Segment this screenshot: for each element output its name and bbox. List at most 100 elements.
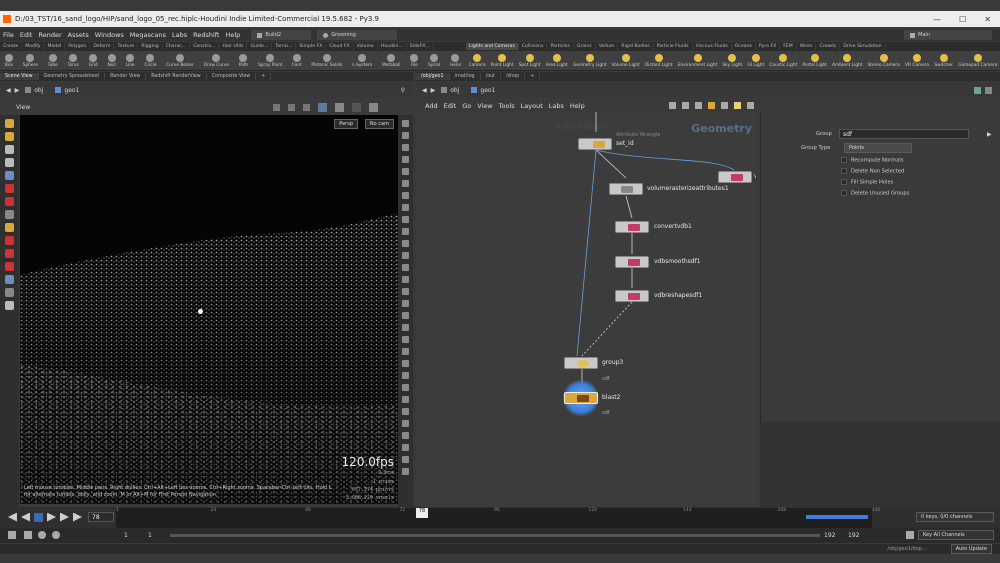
- tab-geometry-spreadsheet[interactable]: Geometry Spreadsheet: [39, 73, 106, 80]
- shelf-tab[interactable]: Rigging: [138, 43, 163, 50]
- jump-end-icon[interactable]: [73, 512, 82, 522]
- shelf-tool[interactable]: Gamepad Camera: [958, 53, 997, 68]
- record-tool-icon[interactable]: [5, 184, 14, 193]
- display-option-icon[interactable]: [402, 192, 409, 199]
- shelf-tab[interactable]: FEM: [780, 43, 797, 50]
- path-geo1[interactable]: geo1: [64, 87, 79, 94]
- step-back-icon[interactable]: [21, 512, 30, 522]
- display-option-icon[interactable]: [402, 168, 409, 175]
- menu-assets[interactable]: Assets: [65, 31, 92, 39]
- paint-tool-icon[interactable]: [5, 249, 14, 258]
- color-palette-icon[interactable]: [708, 102, 715, 109]
- loop-icon[interactable]: [38, 531, 46, 539]
- jump-start-icon[interactable]: [8, 512, 17, 522]
- shelf-tool[interactable]: Helix: [450, 53, 461, 68]
- display-option-icon[interactable]: [402, 456, 409, 463]
- display-option-icon[interactable]: [402, 432, 409, 439]
- minimize-button[interactable]: —: [933, 15, 941, 24]
- add-tab-button[interactable]: +: [525, 73, 541, 80]
- shape-palette-icon[interactable]: [721, 102, 728, 109]
- end-frame-field[interactable]: 192: [824, 532, 835, 539]
- shelf-tool[interactable]: Area Light: [546, 53, 568, 68]
- shelf-tab[interactable]: Terrai...: [272, 43, 297, 50]
- node-group3[interactable]: [564, 357, 598, 369]
- display-option-icon[interactable]: [402, 288, 409, 295]
- add-tab-button[interactable]: +: [256, 73, 272, 80]
- delete-unused-groups-checkbox[interactable]: Delete Unused Groups: [841, 190, 909, 197]
- maximize-button[interactable]: ☐: [959, 15, 966, 24]
- pin-icon[interactable]: [985, 86, 992, 94]
- lasso-tool-icon[interactable]: [5, 158, 14, 167]
- forward-icon[interactable]: ▶: [15, 87, 20, 94]
- shelf-tab[interactable]: Crowds: [816, 43, 841, 50]
- timeline[interactable]: 1 24 48 72 96 120 144 168 192 78 0 keys, 0/0 cha…: [0, 507, 1000, 529]
- viewport-tool-icon[interactable]: [288, 103, 295, 111]
- shelf-tool[interactable]: Metaball: [382, 53, 400, 68]
- move-tool-icon[interactable]: [5, 132, 14, 141]
- shelf-tool[interactable]: Platonic Solids: [311, 53, 342, 68]
- shelf-tool[interactable]: Torus: [68, 53, 79, 68]
- shelf-tool[interactable]: Sky Light: [723, 53, 742, 68]
- shelf-tab[interactable]: Particles: [547, 43, 574, 50]
- select-tool-icon[interactable]: [5, 119, 14, 128]
- node-convertvdb1[interactable]: [615, 221, 649, 233]
- shelf-tab[interactable]: Drive Simulation: [840, 43, 886, 50]
- checkbox-box[interactable]: [841, 157, 847, 163]
- shelf-tab[interactable]: Vellum: [596, 43, 619, 50]
- display-option-icon[interactable]: [402, 312, 409, 319]
- net-menu-add[interactable]: Add: [422, 102, 441, 110]
- shelf-tool[interactable]: Box: [4, 53, 13, 68]
- menu-windows[interactable]: Windows: [92, 31, 127, 39]
- shelf-tab[interactable]: Model: [45, 43, 66, 50]
- display-option-icon[interactable]: [402, 132, 409, 139]
- display-option-icon[interactable]: [402, 240, 409, 247]
- shelf-tab[interactable]: Hair Utils: [219, 43, 248, 50]
- fill-simple-holes-checkbox[interactable]: Fill Simple Holes: [841, 179, 893, 186]
- display-option-icon[interactable]: [402, 396, 409, 403]
- step-forward-icon[interactable]: [60, 512, 69, 522]
- checkbox-box[interactable]: [841, 179, 847, 185]
- shelf-tool[interactable]: Caustic Light: [769, 53, 797, 68]
- checkbox-box[interactable]: [841, 190, 847, 196]
- shelf-tool[interactable]: Spot Light: [519, 53, 541, 68]
- shelf-tab[interactable]: Grains: [574, 43, 596, 50]
- display-option-icon[interactable]: [402, 228, 409, 235]
- menu-megascans[interactable]: Megascans: [127, 31, 169, 39]
- shelf-tool[interactable]: Ambient Light: [832, 53, 862, 68]
- global-anim-options-icon[interactable]: [8, 531, 16, 539]
- auto-update-dropdown[interactable]: Auto Update: [950, 544, 992, 554]
- recompute-normals-checkbox[interactable]: Recompute Normals: [841, 157, 904, 164]
- shelf-tool[interactable]: Geometry Light: [573, 53, 606, 68]
- back-icon[interactable]: ◀: [6, 87, 11, 94]
- tab-out[interactable]: /out: [481, 73, 502, 80]
- shelf-tool[interactable]: Switcher: [934, 53, 953, 68]
- display-option-icon[interactable]: [402, 144, 409, 151]
- node-set-id[interactable]: [578, 138, 612, 150]
- network-box-icon[interactable]: [747, 102, 754, 109]
- display-option-icon[interactable]: [402, 204, 409, 211]
- display-option-icon[interactable]: [402, 264, 409, 271]
- viewport-display-icon[interactable]: [369, 102, 378, 112]
- menu-render[interactable]: Render: [35, 31, 64, 39]
- render-tool-icon[interactable]: [5, 301, 14, 310]
- shelf-tool[interactable]: Spray Paint: [258, 53, 282, 68]
- key-all-channels-dropdown[interactable]: Key All Channels: [918, 530, 994, 540]
- group-field[interactable]: [839, 129, 969, 139]
- display-option-icon[interactable]: [402, 252, 409, 259]
- node-volumerasterizeattributes1[interactable]: [609, 183, 643, 195]
- shelf-tool[interactable]: GI Light: [747, 53, 764, 68]
- net-menu-edit[interactable]: Edit: [441, 102, 460, 110]
- viewport-tool-icon[interactable]: [273, 103, 280, 111]
- path-obj[interactable]: obj: [450, 87, 459, 94]
- wrench-icon[interactable]: [669, 102, 676, 109]
- node-vdbsmoothsdf1[interactable]: [615, 256, 649, 268]
- context-selector[interactable]: Grooming: [317, 30, 398, 40]
- net-menu-go[interactable]: Go: [459, 102, 474, 110]
- display-option-icon[interactable]: [402, 372, 409, 379]
- shelf-tool[interactable]: Draw Curve: [204, 53, 229, 68]
- network-editor[interactable]: Geometry Indie Edition Attribute Wrangle…: [416, 112, 756, 506]
- display-option-icon[interactable]: [402, 156, 409, 163]
- shelf-tool[interactable]: Grid: [89, 53, 98, 68]
- display-option-icon[interactable]: [402, 444, 409, 451]
- group-select-arrow-icon[interactable]: ▶: [987, 131, 992, 138]
